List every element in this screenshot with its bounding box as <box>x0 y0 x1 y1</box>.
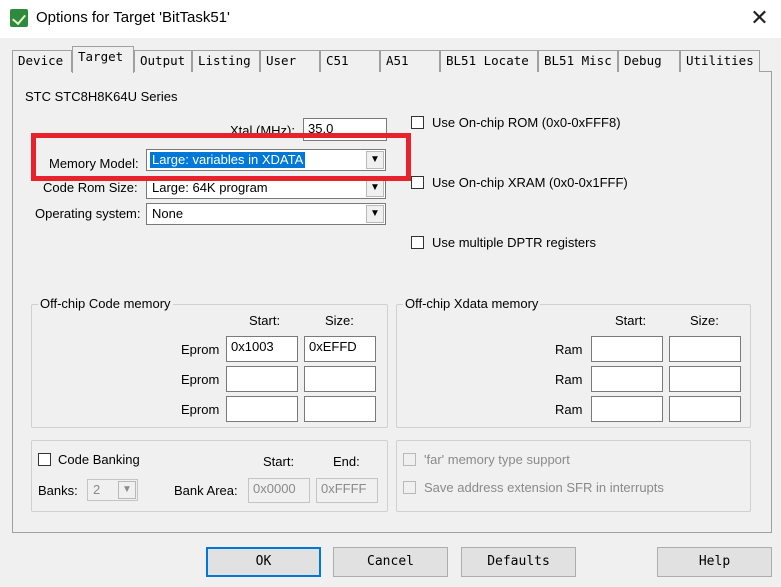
ram-start-input[interactable] <box>591 336 663 362</box>
code-rom-size-value: Large: 64K program <box>152 180 268 195</box>
eprom-size-input[interactable] <box>304 396 376 422</box>
onchip-rom-checkbox[interactable] <box>411 116 424 129</box>
help-button[interactable]: Help <box>657 547 772 577</box>
ram-size-input[interactable] <box>669 366 741 392</box>
offchip-xdata-size-header: Size: <box>690 313 719 328</box>
far-memory-label: 'far' memory type support <box>424 452 570 467</box>
tab-bl51-misc[interactable]: BL51 Misc <box>538 50 618 72</box>
tab-output[interactable]: Output <box>134 50 192 72</box>
bank-area-end-input[interactable]: 0xFFFF <box>316 478 378 503</box>
offchip-xdata-start-header: Start: <box>615 313 647 328</box>
onchip-xram-label: Use On-chip XRAM (0x0-0x1FFF) <box>432 175 628 190</box>
ram-start-input[interactable] <box>591 396 663 422</box>
eprom-size-input[interactable] <box>304 366 376 392</box>
banks-select[interactable]: 2 ▼ <box>87 479 138 501</box>
eprom-start-input[interactable] <box>226 366 298 392</box>
save-sfr-label: Save address extension SFR in interrupts <box>424 480 664 495</box>
multiple-dptr-checkbox[interactable] <box>411 236 424 249</box>
ok-button[interactable]: OK <box>206 547 321 577</box>
offchip-xdata-title: Off-chip Xdata memory <box>403 296 541 311</box>
bank-area-label: Bank Area: <box>174 483 238 498</box>
defaults-button[interactable]: Defaults <box>461 547 576 577</box>
ram-start-input[interactable] <box>591 366 663 392</box>
chevron-down-icon[interactable]: ▼ <box>366 179 384 197</box>
cancel-button[interactable]: Cancel <box>333 547 448 577</box>
tab-user[interactable]: User <box>260 50 320 72</box>
ram-size-input[interactable] <box>669 396 741 422</box>
onchip-rom-label: Use On-chip ROM (0x0-0xFFF8) <box>432 115 621 130</box>
tab-utilities[interactable]: Utilities <box>680 50 760 72</box>
onchip-xram-checkbox[interactable] <box>411 176 424 189</box>
tab-target[interactable]: Target <box>72 46 134 73</box>
ram-label: Ram <box>555 372 583 387</box>
keil-app-icon <box>10 9 28 27</box>
code-rom-size-label: Code Rom Size: <box>43 180 138 195</box>
tab-bl51-locate[interactable]: BL51 Locate <box>440 50 538 72</box>
bank-end-header: End: <box>333 454 360 469</box>
bank-area-start-input[interactable]: 0x0000 <box>248 478 310 503</box>
tab-a51[interactable]: A51 <box>380 50 440 72</box>
offchip-code-start-header: Start: <box>249 313 281 328</box>
annotation-highlight-box <box>31 133 411 181</box>
tab-listing[interactable]: Listing <box>192 50 260 72</box>
tab-c51[interactable]: C51 <box>320 50 380 72</box>
multiple-dptr-label: Use multiple DPTR registers <box>432 235 596 250</box>
operating-system-select[interactable]: None ▼ <box>146 203 386 225</box>
ram-label: Ram <box>555 402 583 417</box>
eprom-start-input[interactable]: 0x1003 <box>226 336 298 362</box>
eprom-size-input[interactable]: 0xEFFD <box>304 336 376 362</box>
code-banking-label: Code Banking <box>58 452 140 467</box>
window-title: Options for Target 'BitTask51' <box>36 9 230 26</box>
tab-device[interactable]: Device <box>12 50 72 72</box>
banks-label: Banks: <box>38 483 78 498</box>
offchip-code-size-header: Size: <box>325 313 354 328</box>
far-memory-checkbox[interactable] <box>403 453 416 466</box>
close-button[interactable]: ✕ <box>738 0 781 38</box>
operating-system-label: Operating system: <box>35 206 141 221</box>
eprom-label: Eprom <box>181 372 220 387</box>
eprom-label: Eprom <box>181 402 220 417</box>
operating-system-value: None <box>152 206 184 221</box>
code-banking-checkbox[interactable] <box>38 453 51 466</box>
tab-debug[interactable]: Debug <box>618 50 680 72</box>
eprom-start-input[interactable] <box>226 396 298 422</box>
banks-value: 2 <box>93 482 101 497</box>
far-options-group <box>396 440 751 512</box>
eprom-label: Eprom <box>181 342 220 357</box>
ram-label: Ram <box>555 342 583 357</box>
chevron-down-icon[interactable]: ▼ <box>118 481 136 499</box>
bank-start-header: Start: <box>263 454 295 469</box>
chevron-down-icon[interactable]: ▼ <box>366 205 384 223</box>
offchip-code-title: Off-chip Code memory <box>38 296 173 311</box>
tab-strip: Device Target Output Listing User C51 A5… <box>12 46 772 73</box>
save-sfr-checkbox[interactable] <box>403 481 416 494</box>
ram-size-input[interactable] <box>669 336 741 362</box>
device-name: STC STC8H8K64U Series <box>25 89 178 104</box>
